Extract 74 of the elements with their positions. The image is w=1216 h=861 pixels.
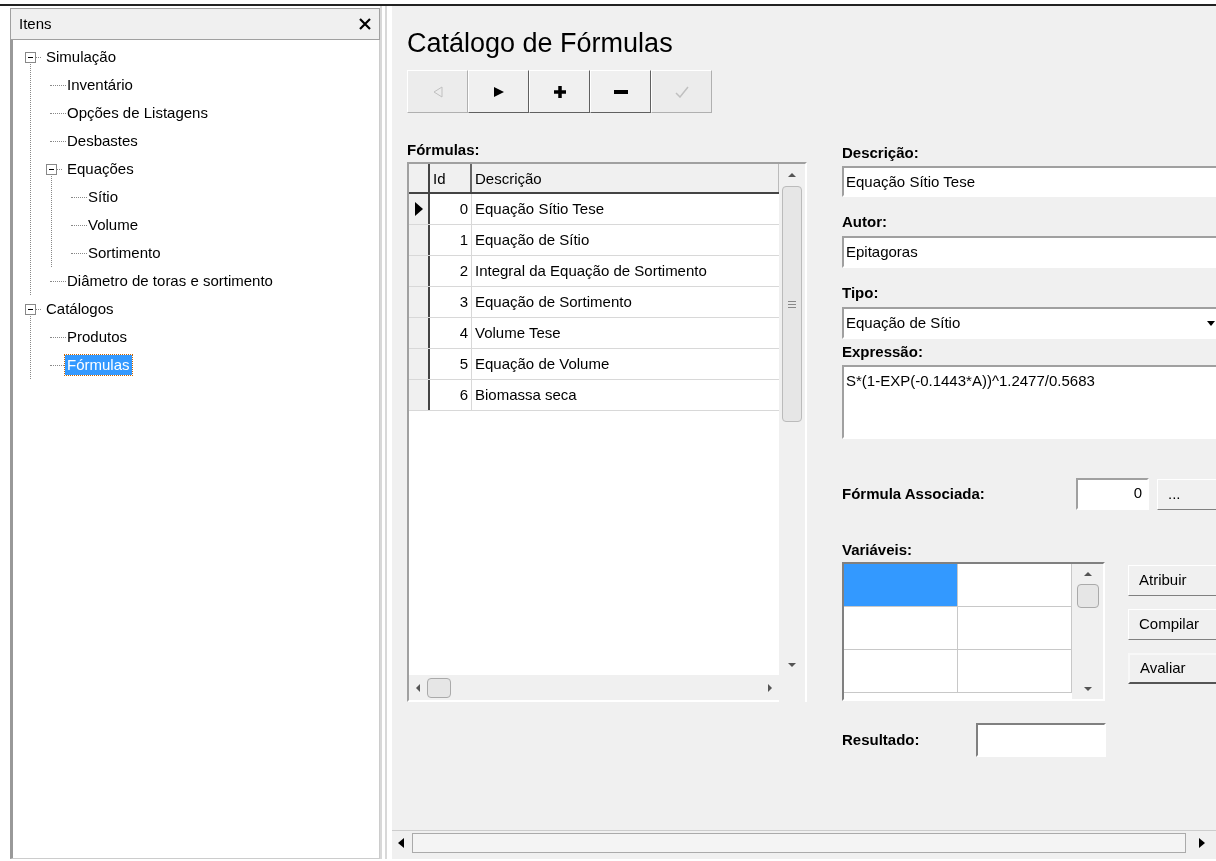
type-label: Tipo:: [842, 284, 880, 302]
action-button[interactable]: Atribuir: [1128, 565, 1216, 596]
associated-formula-field[interactable]: 0: [1076, 478, 1149, 510]
tree-item[interactable]: Volume: [86, 215, 141, 235]
row-indicator[interactable]: [409, 380, 430, 410]
table-cell: 3: [430, 287, 472, 317]
formulas-label: Fórmulas:: [407, 141, 481, 159]
author-field[interactable]: Epitagoras: [842, 236, 1216, 268]
next-button[interactable]: [468, 70, 529, 113]
row-indicator[interactable]: [409, 318, 430, 348]
table-cell: 0: [430, 194, 472, 224]
table-cell-text: Equação Sítio Tese: [474, 199, 605, 219]
collapse-icon[interactable]: [46, 163, 62, 175]
table-cell: 4: [430, 318, 472, 348]
horizontal-scrollbar-thumb[interactable]: [427, 677, 451, 698]
tree-item[interactable]: Desbastes: [65, 131, 140, 151]
tree-item[interactable]: Simulação: [44, 47, 119, 67]
table-cell-text: Volume Tese: [474, 323, 562, 343]
add-button[interactable]: [529, 70, 590, 113]
table-cell: 5: [430, 349, 472, 379]
type-dropdown[interactable]: Equação de Sítio: [842, 307, 1216, 339]
result-field[interactable]: [976, 723, 1106, 757]
associated-formula-label: Fórmula Associada:: [842, 483, 986, 504]
table-cell-text: Biomassa seca: [474, 385, 578, 405]
form-title: Catálogo de Fórmulas: [407, 27, 674, 60]
browse-button[interactable]: ...: [1157, 478, 1216, 510]
tree-item[interactable]: Produtos: [65, 327, 130, 347]
tree-item[interactable]: Sítio: [86, 187, 120, 207]
table-cell-text: Equação de Sortimento: [474, 292, 633, 312]
tree-item[interactable]: Opções de Listagens: [65, 103, 210, 123]
previous-icon: [432, 85, 443, 98]
minus-icon: [613, 89, 628, 94]
table-cell-text: Integral da Equação de Sortimento: [474, 261, 708, 281]
tree-item[interactable]: Catálogos: [44, 299, 116, 319]
column-header[interactable]: Id: [430, 164, 472, 192]
close-icon[interactable]: [359, 18, 371, 30]
tree-item[interactable]: Sortimento: [86, 243, 163, 263]
check-icon: [674, 85, 689, 98]
plus-icon: [553, 85, 566, 98]
action-button[interactable]: Avaliar: [1128, 653, 1216, 684]
vertical-scrollbar-thumb[interactable]: [1076, 584, 1099, 608]
expression-field[interactable]: S*(1-EXP(-0.1443*A))^1.2477/0.5683: [842, 365, 1216, 439]
remove-button[interactable]: [590, 70, 651, 113]
tree-item[interactable]: Inventário: [65, 75, 135, 95]
row-indicator[interactable]: [409, 194, 430, 224]
row-indicator[interactable]: [409, 349, 430, 379]
description-label: Descrição:: [842, 144, 920, 162]
grid-cell[interactable]: [844, 564, 958, 606]
horizontal-scrollbar-thumb[interactable]: [412, 832, 1186, 853]
current-row-icon: [414, 202, 423, 216]
collapse-icon[interactable]: [25, 51, 41, 63]
result-label: Resultado:: [842, 729, 921, 750]
action-button[interactable]: Compilar: [1128, 609, 1216, 640]
description-field[interactable]: Equação Sítio Tese: [842, 166, 1216, 197]
variables-label: Variáveis:: [842, 541, 914, 559]
table-cell-text: Equação de Volume: [474, 354, 611, 374]
dropdown-arrow-icon[interactable]: [1204, 318, 1216, 328]
dropdown-value: Equação de Sítio: [846, 312, 962, 333]
row-indicator[interactable]: [409, 256, 430, 286]
table-cell: 6: [430, 380, 472, 410]
collapse-icon[interactable]: [25, 303, 41, 315]
panel-title: Itens: [19, 13, 52, 34]
table-cell: 2: [430, 256, 472, 286]
row-indicator[interactable]: [409, 225, 430, 255]
vertical-scrollbar-thumb[interactable]: [782, 186, 802, 422]
table-cell: 1: [430, 225, 472, 255]
play-icon: [493, 86, 504, 97]
grip-icon: [788, 300, 796, 308]
expression-label: Expressão:: [842, 343, 924, 361]
tree-item[interactable]: Diâmetro de toras e sortimento: [65, 271, 275, 291]
author-label: Autor:: [842, 213, 888, 231]
table-cell-text: Equação de Sítio: [474, 230, 591, 250]
row-indicator[interactable]: [409, 287, 430, 317]
tree-item[interactable]: Equações: [65, 159, 136, 179]
